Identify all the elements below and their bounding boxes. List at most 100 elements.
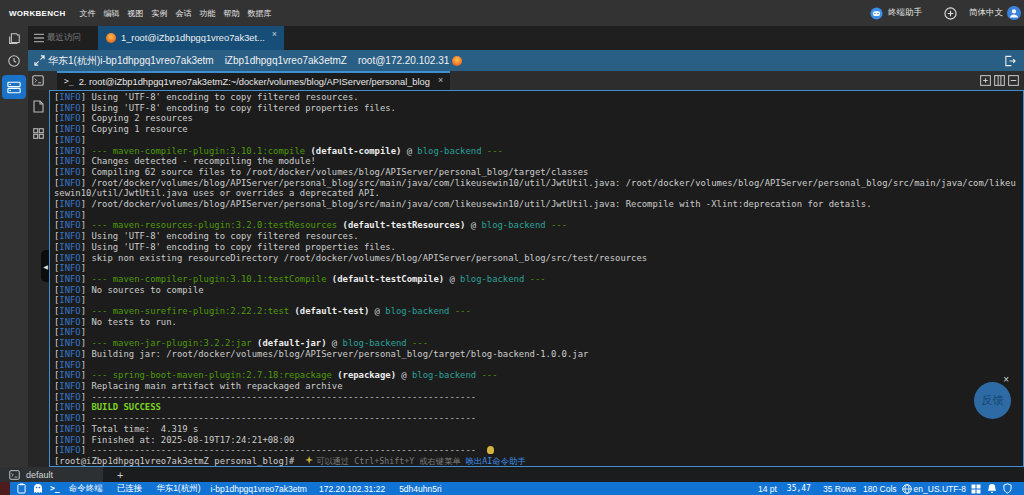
status-bar: >_ 命令终端 已连接 华东1(杭州) i-bp1dhpgq1vreo7ak3e… <box>0 482 1024 495</box>
cols-indicator: 180 Cols <box>863 484 897 494</box>
menu-item-6[interactable]: 帮助 <box>221 8 241 19</box>
assistant-robot-icon[interactable] <box>870 7 883 20</box>
close-tab-icon[interactable]: × <box>272 29 277 39</box>
terminal-line: [INFO] Finished at: 2025-08-19T17:24:21+… <box>54 435 1023 446</box>
assistant-label[interactable]: 终端助手 <box>888 7 922 19</box>
terminal-line: [INFO] --- maven-compiler-plugin:3.10.1:… <box>54 146 1023 157</box>
activity-bar <box>0 26 28 467</box>
terminal-line: [INFO] /root/docker/volumes/blog/APIServ… <box>54 178 1023 189</box>
font-size-indicator[interactable]: 14 pt <box>758 484 777 494</box>
terminal-line: [INFO] skip non existing resourceDirecto… <box>54 253 1023 264</box>
tab-list-icon[interactable] <box>33 33 45 43</box>
cursor-position: 35,47 <box>787 484 811 493</box>
login-address: root@172.20.102.31 <box>358 55 449 66</box>
terminal-line: [INFO] Copying 1 resource <box>54 124 1023 135</box>
session-tab-bar: 最近访问 1_root@iZbp1dhpgq1vreo7ak3et... × <box>28 26 1024 50</box>
avatar[interactable] <box>1007 6 1021 20</box>
file-upload-icon[interactable] <box>33 100 44 113</box>
terminal-tab-active[interactable]: >_ 2. root@iZbp1dhpgq1vreo7ak3etmZ:~/doc… <box>57 71 450 90</box>
terminal-output: [INFO] Using 'UTF-8' encoding to copy fi… <box>50 91 1023 467</box>
menubar-menus: 文件编辑视图实例会话功能帮助数据库 <box>75 8 275 19</box>
new-terminal-icon[interactable] <box>980 75 991 86</box>
terminal-panel-icon[interactable] <box>32 75 44 86</box>
terminal-line: [INFO] --- maven-jar-plugin:3.2.2:jar (d… <box>54 338 1023 349</box>
terminal-line: [INFO] Compiling 62 source files to /roo… <box>54 167 1023 178</box>
terminal-line: [root@iZbp1dhpgq1vreo7ak3etmZ personal_b… <box>54 456 1023 467</box>
default-session-tab[interactable]: default <box>0 467 103 482</box>
session-info-bar: 华东1(杭州)i-bp1dhpgq1vreo7ak3etm iZbp1dhpgq… <box>28 50 1024 71</box>
clipboard-icon[interactable] <box>17 483 26 494</box>
terminal-icon <box>9 470 20 480</box>
terminal-line: [INFO] <box>54 210 1023 221</box>
menu-item-5[interactable]: 功能 <box>197 8 217 19</box>
plus-circle-icon[interactable] <box>944 7 957 20</box>
language-selector[interactable]: 简体中文 <box>969 7 1003 19</box>
menu-item-7[interactable]: 数据库 <box>245 8 273 19</box>
terminal-screen[interactable]: [INFO] Using 'UTF-8' encoding to copy fi… <box>49 90 1024 467</box>
terminal-line: [INFO] No tests to run. <box>54 317 1023 328</box>
terminal-line: [INFO] ---------------------------------… <box>54 445 1023 456</box>
sessions-tab-active[interactable] <box>2 75 26 99</box>
menu-item-3[interactable]: 实例 <box>149 8 169 19</box>
shield-icon[interactable] <box>1003 483 1012 494</box>
statusbar-terminal-label[interactable]: 命令终端 <box>69 483 103 495</box>
terminal-line: [INFO] No sources to compile <box>54 285 1023 296</box>
connection-status: 已连接 <box>117 483 143 495</box>
statusbar-region: 华东1(杭州) <box>156 483 200 495</box>
statusbar-address: 172.20.102.31:22 <box>319 484 385 494</box>
terminal-line: [INFO] Building jar: /root/docker/volume… <box>54 349 1023 360</box>
globe-icon[interactable] <box>902 484 912 494</box>
workbench-logo: WORKBENCH <box>9 9 65 18</box>
bell-icon[interactable] <box>987 483 997 494</box>
terminal-tab-bar: >_ 2. root@iZbp1dhpgq1vreo7ak3etmZ:~/doc… <box>28 71 1024 90</box>
menu-bar: WORKBENCH 文件编辑视图实例会话功能帮助数据库 终端助手 简体中文 <box>0 0 1024 26</box>
history-icon[interactable] <box>7 54 21 68</box>
terminal-line: [INFO] --- spring-boot-maven-plugin:2.7.… <box>54 370 1023 381</box>
terminal-line: [INFO] Using 'UTF-8' encoding to copy fi… <box>54 92 1023 103</box>
add-session-button[interactable]: + <box>117 469 123 481</box>
recording-indicator <box>0 482 10 495</box>
minimize-terminal-icon[interactable] <box>1008 75 1019 86</box>
apps-grid-icon[interactable] <box>33 128 44 139</box>
expand-icon[interactable] <box>34 55 45 66</box>
flame-icon <box>452 56 462 66</box>
statusbar-session-id: 5dh4uhn5ri <box>399 484 442 494</box>
terminal-line: sewin10/util/JwtUtil.java uses or overri… <box>54 188 1023 199</box>
terminal-line: [INFO] --- maven-resources-plugin:3.2.0:… <box>54 220 1023 231</box>
disconnect-icon[interactable] <box>1004 55 1016 67</box>
rows-indicator: 35 Rows <box>823 484 856 494</box>
terminal-line: [INFO] <box>54 135 1023 146</box>
terminal-line: [INFO] <box>54 263 1023 274</box>
split-terminal-icon[interactable] <box>994 75 1005 86</box>
recent-visits-tab[interactable]: 最近访问 <box>47 32 81 44</box>
terminal-line: [INFO] /root/docker/volumes/blog/APIServ… <box>54 199 1023 210</box>
menu-item-0[interactable]: 文件 <box>77 8 97 19</box>
terminal-prompt-icon[interactable]: >_ <box>50 484 60 493</box>
terminal-line: [INFO] Total time: 4.319 s <box>54 424 1023 435</box>
terminal-line: [INFO] Using 'UTF-8' encoding to copy fi… <box>54 242 1023 253</box>
terminal-line: [INFO] ---------------------------------… <box>54 413 1023 424</box>
flame-icon <box>106 33 116 43</box>
close-feedback-icon[interactable]: × <box>1003 374 1009 385</box>
hostname: iZbp1dhpgq1vreo7ak3etmZ <box>225 55 347 66</box>
terminal-line: [INFO] Replacing main artifact with repa… <box>54 381 1023 392</box>
close-terminal-tab-icon[interactable]: × <box>438 75 443 85</box>
menu-item-1[interactable]: 编辑 <box>101 8 121 19</box>
menu-item-2[interactable]: 视图 <box>125 8 145 19</box>
terminal-line: [INFO] BUILD SUCCESS <box>54 402 1023 413</box>
terminal-line: [INFO] ---------------------------------… <box>54 392 1023 403</box>
terminal-line: [INFO] <box>54 327 1023 338</box>
session-tab-active[interactable]: 1_root@iZbp1dhpgq1vreo7ak3et... × <box>98 26 284 50</box>
ghost-icon[interactable] <box>33 483 43 494</box>
menu-item-4[interactable]: 会话 <box>173 8 193 19</box>
terminal-line: [INFO] Using 'UTF-8' encoding to copy fi… <box>54 103 1023 114</box>
statusbar-instance: i-bp1dhpgq1vreo7ak3etm <box>211 484 307 494</box>
encoding-indicator[interactable]: en_US.UTF-8 <box>914 484 966 494</box>
terminal-line: [INFO] Copying 2 resources <box>54 113 1023 124</box>
terminal-line: [INFO] <box>54 295 1023 306</box>
keyboard-grid-icon[interactable] <box>971 484 981 494</box>
files-icon[interactable] <box>7 32 21 46</box>
feedback-button[interactable]: 反馈 <box>974 382 1011 419</box>
terminal-line: [INFO] <box>54 360 1023 371</box>
terminal-line: [INFO] --- maven-surefire-plugin:2.22.2:… <box>54 306 1023 317</box>
